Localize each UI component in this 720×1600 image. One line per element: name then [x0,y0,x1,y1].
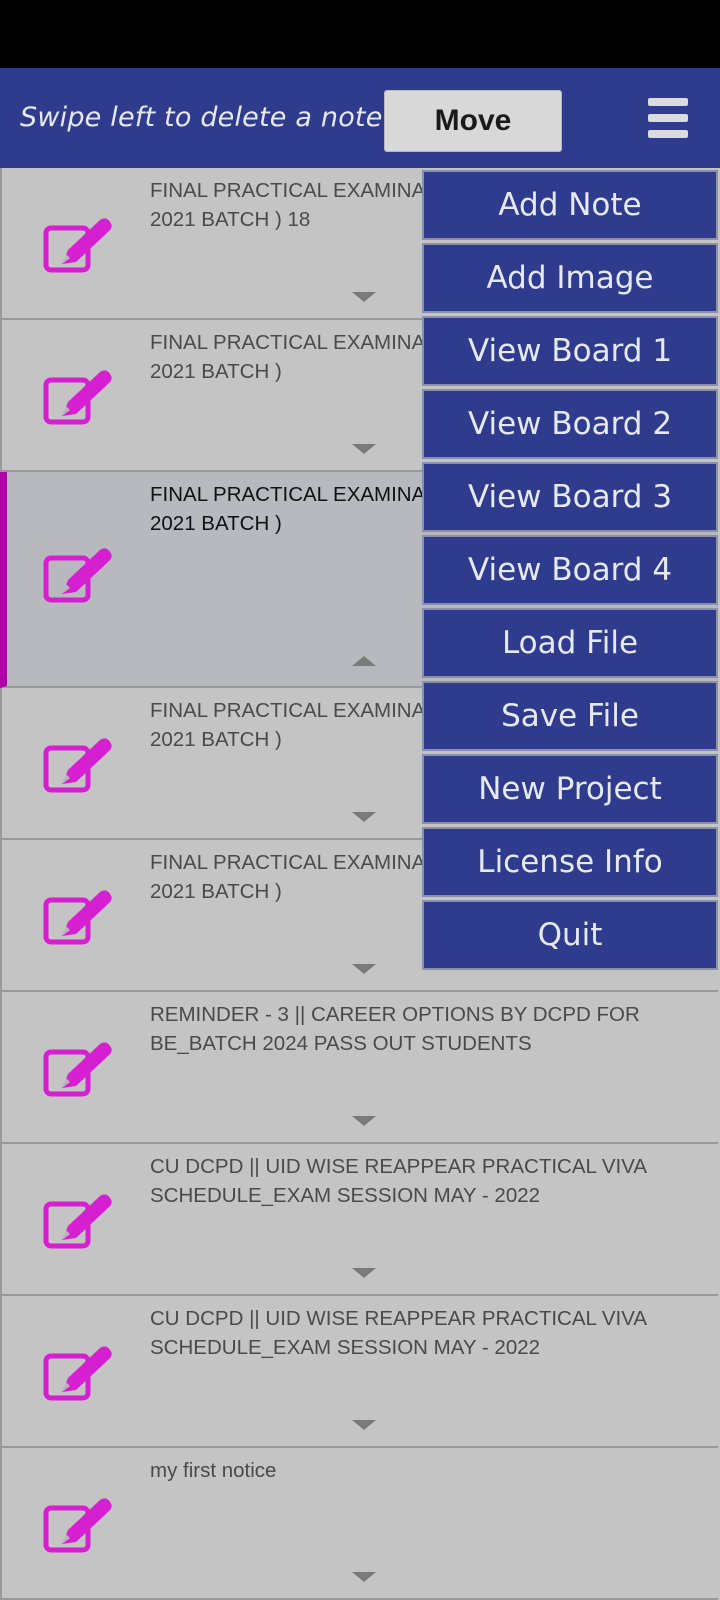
edit-note-icon[interactable] [40,1036,120,1106]
edit-note-icon[interactable] [40,1188,120,1258]
menu-item-new-project[interactable]: New Project [422,754,718,824]
menu-item-view-board-2[interactable]: View Board 2 [422,389,718,459]
note-item[interactable]: CU DCPD || UID WISE REAPPEAR PRACTICAL V… [0,1144,718,1296]
menu-item-load-file[interactable]: Load File [422,608,718,678]
note-text: my first notice [150,1459,277,1482]
note-text: REMINDER - 3 || CAREER OPTIONS BY DCPD F… [150,1003,640,1055]
edit-note-icon[interactable] [40,364,120,434]
expand-chevron-icon[interactable] [352,964,376,974]
edit-note-icon[interactable] [40,542,120,612]
overflow-menu: Add Note Add Image View Board 1 View Board … [422,170,718,973]
expand-chevron-icon[interactable] [352,1420,376,1430]
note-item[interactable]: REMINDER - 3 || CAREER OPTIONS BY DCPD F… [0,992,718,1144]
expand-chevron-icon[interactable] [352,1116,376,1126]
status-bar [0,0,720,68]
menu-item-view-board-1[interactable]: View Board 1 [422,316,718,386]
collapse-chevron-icon[interactable] [352,656,376,666]
expand-chevron-icon[interactable] [352,292,376,302]
expand-chevron-icon[interactable] [352,444,376,454]
menu-item-save-file[interactable]: Save File [422,681,718,751]
top-bar: Swipe left to delete a note Move [0,68,720,168]
menu-item-quit[interactable]: Quit [422,900,718,970]
menu-item-view-board-3[interactable]: View Board 3 [422,462,718,532]
expand-chevron-icon[interactable] [352,1268,376,1278]
expand-chevron-icon[interactable] [352,812,376,822]
expand-chevron-icon[interactable] [352,1572,376,1582]
edit-note-icon[interactable] [40,1492,120,1562]
edit-note-icon[interactable] [40,884,120,954]
menu-item-add-note[interactable]: Add Note [422,170,718,240]
edit-note-icon[interactable] [40,732,120,802]
swipe-hint: Swipe left to delete a note [20,102,383,133]
edit-note-icon[interactable] [40,212,120,282]
menu-item-license-info[interactable]: License Info [422,827,718,897]
note-item[interactable]: my first notice [0,1448,718,1600]
menu-item-view-board-4[interactable]: View Board 4 [422,535,718,605]
edit-note-icon[interactable] [40,1340,120,1410]
menu-item-add-image[interactable]: Add Image [422,243,718,313]
note-text: CU DCPD || UID WISE REAPPEAR PRACTICAL V… [150,1155,648,1207]
move-button[interactable]: Move [384,90,562,152]
note-item[interactable]: CU DCPD || UID WISE REAPPEAR PRACTICAL V… [0,1296,718,1448]
hamburger-icon[interactable] [648,98,690,138]
note-text: CU DCPD || UID WISE REAPPEAR PRACTICAL V… [150,1307,648,1359]
